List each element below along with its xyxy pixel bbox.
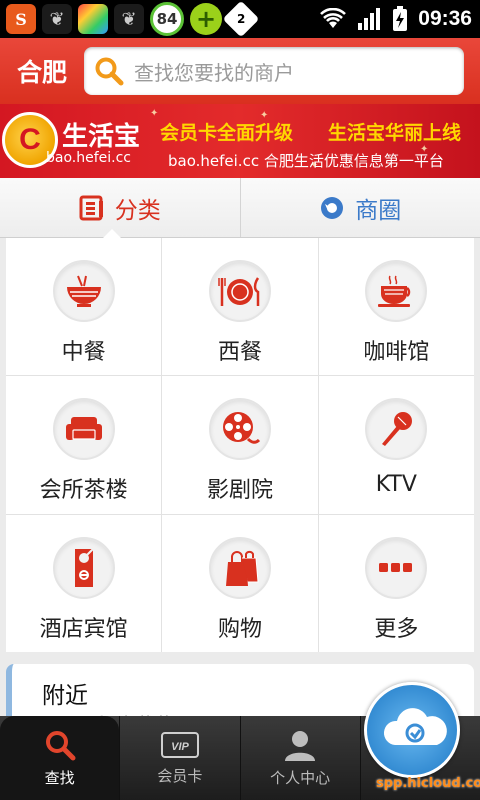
- category-label: 更多: [374, 616, 419, 642]
- location-compass-icon: [321, 196, 344, 219]
- category-label: 咖啡馆: [363, 340, 430, 365]
- category-label: 会所茶楼: [39, 478, 128, 504]
- signal-strength-icon: [358, 8, 381, 30]
- svg-text:VIP: VIP: [171, 741, 189, 753]
- leaf-notification-icon: ❦: [42, 4, 72, 34]
- banner-domain: bao.hefei.cc: [46, 150, 131, 166]
- battery-saver-84-icon: 84: [150, 2, 184, 36]
- category-list-icon: [79, 195, 103, 220]
- sogou-app-icon: S: [6, 4, 36, 34]
- more-dots-icon: [365, 536, 428, 599]
- category-ktv[interactable]: KTV: [318, 376, 474, 514]
- film-reel-icon: [208, 398, 271, 461]
- shopping-bag-icon: [208, 536, 271, 599]
- category-label: KTV: [375, 472, 417, 498]
- battery-charging-icon: [393, 6, 408, 31]
- tab-bar: 分类 商圈: [0, 178, 480, 238]
- category-label: 购物: [217, 616, 262, 642]
- western-food-plate-icon: [208, 260, 271, 322]
- banner-subline: bao.hefei.cc 合肥生活优惠信息第一平台: [168, 152, 444, 170]
- category-label: 酒店宾馆: [39, 616, 128, 642]
- banner-brand: 生活宝: [62, 122, 141, 152]
- category-label: 西餐: [217, 340, 262, 365]
- clock-time: 09:36: [418, 7, 472, 30]
- search-placeholder: 查找您要找的商户: [134, 60, 294, 85]
- leaf-notification-icon-2: ❦: [114, 4, 144, 34]
- city-selector[interactable]: 合肥: [0, 53, 84, 89]
- active-tab-indicator: [103, 229, 121, 238]
- tab-label: 分类: [114, 197, 161, 224]
- category-cinema[interactable]: 影剧院: [162, 376, 318, 514]
- chinese-food-bowl-icon: [52, 260, 115, 322]
- nav-vip-card[interactable]: VIP 会员卡: [119, 716, 239, 800]
- category-cafe[interactable]: 咖啡馆: [318, 238, 474, 376]
- category-label: 中餐: [61, 340, 106, 365]
- category-grid: 中餐 西餐 咖啡馆 会所茶楼 影剧院 KTV 酒店宾馆 购物 更多: [6, 238, 474, 652]
- vip-card-icon: VIP: [160, 731, 199, 758]
- nav-label: 查找: [44, 768, 75, 787]
- category-more[interactable]: 更多: [318, 514, 474, 652]
- status-bar: S ❦ ❦ 84 + 2 09:36: [0, 0, 480, 38]
- user-profile-icon: [285, 730, 316, 761]
- category-club-teahouse[interactable]: 会所茶楼: [6, 376, 162, 514]
- category-label: 影剧院: [206, 478, 273, 504]
- category-western-food[interactable]: 西餐: [162, 238, 318, 376]
- search-input[interactable]: 查找您要找的商户: [84, 47, 464, 95]
- notification-count-icon: 2: [222, 0, 260, 38]
- tab-business-district[interactable]: 商圈: [239, 178, 480, 237]
- nav-label: 会员卡: [157, 766, 203, 785]
- tab-label: 商圈: [355, 197, 402, 224]
- coffee-cup-icon: [365, 260, 428, 322]
- nearby-title: 附近: [42, 683, 88, 709]
- plus-app-icon: +: [190, 3, 222, 35]
- microphone-icon: [365, 398, 428, 461]
- watermark-badge: spp.hicloud.com: [352, 678, 480, 794]
- promo-banner[interactable]: ✦ ✦ ✦ ✦ C 生活宝 bao.hefei.cc 会员卡全面升级 生活宝华丽…: [0, 104, 480, 178]
- nav-personal-center[interactable]: 个人中心: [239, 716, 360, 800]
- watermark-text: spp.hicloud.com: [376, 776, 480, 791]
- door-hanger-icon: [52, 536, 115, 599]
- app-header: 合肥 查找您要找的商户: [0, 38, 480, 104]
- nav-search[interactable]: 查找: [0, 716, 120, 800]
- category-hotel[interactable]: 酒店宾馆: [6, 514, 162, 652]
- category-shopping[interactable]: 购物: [162, 514, 318, 652]
- search-icon: [95, 57, 124, 86]
- search-icon: [45, 730, 76, 760]
- nav-label: 个人中心: [270, 768, 331, 787]
- banner-slogan-1: 会员卡全面升级: [160, 122, 294, 144]
- colorful-ball-app-icon: [78, 4, 108, 34]
- banner-slogan-2: 生活宝华丽上线: [328, 122, 462, 144]
- wifi-icon: [320, 8, 347, 28]
- category-chinese-food[interactable]: 中餐: [6, 238, 162, 376]
- tab-category[interactable]: 分类: [0, 178, 240, 238]
- sofa-icon: [52, 398, 115, 461]
- cloud-badge-icon: [364, 682, 460, 778]
